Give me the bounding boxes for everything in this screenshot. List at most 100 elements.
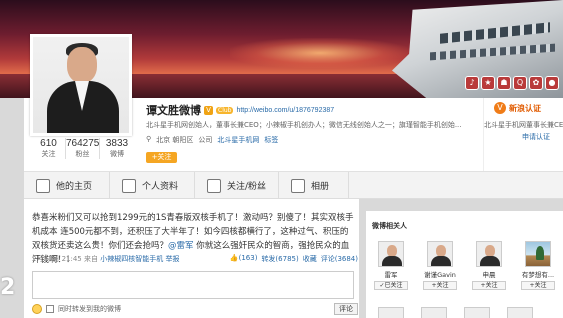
profile-meta: ⚲ 北京 朝阳区 公司 北斗星手机网 标签 xyxy=(146,135,278,145)
comment-controls: 同时转发到我的微博 评论 xyxy=(32,303,358,315)
profile-card: 610 关注 764275 粉丝 3833 微博 谭文胜微博 V Club ht… xyxy=(24,34,563,171)
stat-posts[interactable]: 3833 微博 xyxy=(100,138,134,159)
related-person[interactable]: 雷军 ✓已关注 xyxy=(372,241,410,290)
related-person[interactable]: 有梦想有... +关注 xyxy=(519,241,557,290)
company-prefix: 公司 xyxy=(198,136,213,144)
profile-url-link[interactable]: http://weibo.com/u/1876792387 xyxy=(236,107,334,114)
stat-followers[interactable]: 764275 粉丝 xyxy=(66,138,100,159)
avatar[interactable] xyxy=(30,34,132,136)
related-person-avatar[interactable] xyxy=(476,241,502,267)
verify-description: 北斗星手机网董事长兼CEO xyxy=(484,121,563,129)
related-person[interactable]: 申晨 +关注 xyxy=(470,241,508,290)
follow-person-button[interactable]: +关注 xyxy=(521,281,555,290)
camera-icon xyxy=(291,178,305,193)
related-person[interactable]: 谢谨Gavin +关注 xyxy=(421,241,459,290)
tab-album-label: 相册 xyxy=(311,182,330,192)
related-person-avatar[interactable] xyxy=(378,307,404,318)
post-time[interactable]: 2月21日 21:45 xyxy=(32,255,82,263)
comment-submit-button[interactable]: 评论 xyxy=(334,303,358,315)
avatar-tree xyxy=(536,246,544,260)
stat-posts-label: 微博 xyxy=(110,150,124,158)
comment-count-button[interactable]: 评论(3684) xyxy=(321,254,358,264)
post-actions: 👍(163) 转发(6785) 收藏 评论(3684) xyxy=(230,254,358,264)
tab-follows-label: 关注/粉丝 xyxy=(227,182,267,192)
related-person-avatar[interactable] xyxy=(507,307,533,318)
tags-link[interactable]: 标签 xyxy=(264,135,278,145)
profile-nav: 他的主页 个人资料 关注/粉丝 相册 xyxy=(24,171,563,199)
related-person-avatar[interactable] xyxy=(464,307,490,318)
flower-badge-icon[interactable]: ✿ xyxy=(529,76,543,90)
verified-v-icon[interactable]: V xyxy=(204,105,213,115)
profile-name-row: 谭文胜微博 V Club http://weibo.com/u/18767923… xyxy=(146,102,334,118)
report-link[interactable]: 举报 xyxy=(165,255,179,263)
favorite-button[interactable]: 收藏 xyxy=(303,254,317,264)
related-person-name[interactable]: 有梦想有... xyxy=(519,269,557,279)
stat-followers-label: 粉丝 xyxy=(75,150,90,158)
related-people-title: 微博相关人 xyxy=(372,222,407,230)
profile-location: 北京 朝阳区 xyxy=(156,136,194,144)
house-badge-icon[interactable]: ☗ xyxy=(497,76,511,90)
dot-badge-icon[interactable]: ● xyxy=(545,76,559,90)
follow-person-button[interactable]: +关注 xyxy=(423,281,457,290)
related-person-name[interactable]: 申晨 xyxy=(470,269,508,279)
tab-album[interactable]: 相册 xyxy=(279,172,349,199)
post-meta: 2月21日 21:45 来自 小辣椒四核智能手机 举报 👍(163) 转发(67… xyxy=(32,254,358,264)
home-icon xyxy=(36,178,50,193)
apply-verification-link[interactable]: 申请认证 xyxy=(522,132,550,142)
club-badge-icon[interactable]: Club xyxy=(216,106,234,114)
banner-badge-icons: ♪ ★ ☗ Q ✿ ● xyxy=(465,76,559,90)
related-person-avatar[interactable] xyxy=(525,241,551,267)
sync-label: 同时转发到我的微博 xyxy=(58,305,121,313)
stat-following[interactable]: 610 关注 xyxy=(32,138,66,159)
tab-follows[interactable]: 关注/粉丝 xyxy=(195,172,279,199)
thumb-up-icon: 👍 xyxy=(229,254,239,262)
post-source-link[interactable]: 小辣椒四核智能手机 xyxy=(100,255,163,263)
like-count: (163) xyxy=(238,254,258,262)
star-badge-icon[interactable]: ★ xyxy=(481,76,495,90)
mention-link[interactable]: @雷军 xyxy=(168,241,194,251)
tab-home-label: 他的主页 xyxy=(56,182,93,192)
followed-button[interactable]: ✓已关注 xyxy=(374,281,408,290)
emoji-icon[interactable] xyxy=(32,304,42,314)
avatar-face xyxy=(67,47,97,83)
avatar-body xyxy=(431,256,451,266)
company-link[interactable]: 北斗星手机网 xyxy=(217,135,259,145)
stat-following-label: 关注 xyxy=(41,150,56,158)
follow-button[interactable]: +关注 xyxy=(146,152,177,163)
verify-label: 新浪认证 xyxy=(509,103,541,113)
related-person-avatar[interactable] xyxy=(421,307,447,318)
sunset-glow xyxy=(230,38,410,68)
watermark-number: 2 xyxy=(0,275,16,300)
related-person-name[interactable]: 雷军 xyxy=(372,269,410,279)
person-icon xyxy=(122,178,136,193)
music-badge-icon[interactable]: ♪ xyxy=(465,76,479,90)
stat-followers-count: 764275 xyxy=(66,138,100,149)
like-button[interactable]: 👍(163) xyxy=(230,254,258,264)
follow-person-button[interactable]: +关注 xyxy=(472,281,506,290)
verify-row: V 新浪认证 xyxy=(494,102,541,114)
profile-stats: 610 关注 764275 粉丝 3833 微博 xyxy=(32,138,134,159)
tab-home[interactable]: 他的主页 xyxy=(24,172,110,199)
people-icon xyxy=(207,178,221,193)
related-person-name[interactable]: 谢谨Gavin xyxy=(421,269,459,279)
tab-profile[interactable]: 个人资料 xyxy=(110,172,195,199)
stat-following-count: 610 xyxy=(40,138,57,149)
post-source-line: 2月21日 21:45 来自 小辣椒四核智能手机 举报 xyxy=(32,254,179,264)
sync-checkbox[interactable] xyxy=(46,305,54,313)
profile-name: 谭文胜微博 xyxy=(146,104,201,117)
verification-panel: V 新浪认证 北斗星手机网董事长兼CEO 申请认证 xyxy=(483,98,563,171)
location-pin-icon: ⚲ xyxy=(146,135,152,143)
related-person-avatar[interactable] xyxy=(378,241,404,267)
stat-posts-count: 3833 xyxy=(105,138,129,149)
comment-input[interactable] xyxy=(32,271,354,299)
post-source-prefix: 来自 xyxy=(84,255,98,263)
tab-profile-label: 个人资料 xyxy=(142,182,179,192)
related-people-row-2 xyxy=(372,307,533,318)
repost-button[interactable]: 转发(6785) xyxy=(261,254,298,264)
related-people-list: 雷军 ✓已关注 谢谨Gavin +关注 申晨 +关注 有梦想有... +关注 xyxy=(372,241,557,290)
qq-badge-icon[interactable]: Q xyxy=(513,76,527,90)
verify-v-icon: V xyxy=(494,102,506,114)
related-people-panel: 微博相关人 雷军 ✓已关注 谢谨Gavin +关注 申晨 +关注 有梦想有...… xyxy=(366,211,563,318)
avatar-body xyxy=(382,256,402,266)
related-person-avatar[interactable] xyxy=(427,241,453,267)
